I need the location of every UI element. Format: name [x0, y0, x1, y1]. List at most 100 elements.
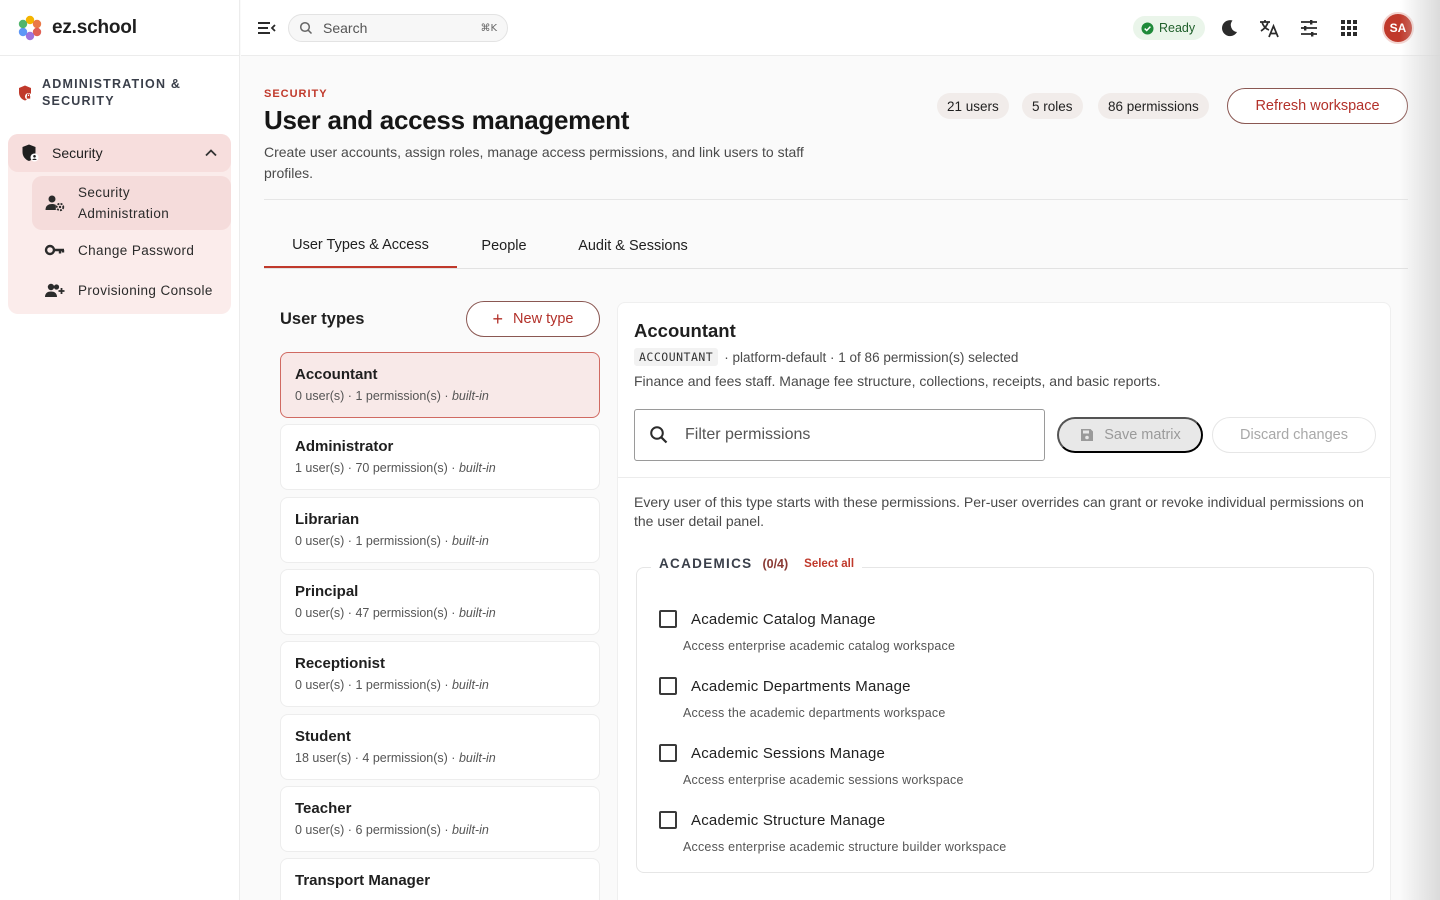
discard-changes-button[interactable]: Discard changes: [1212, 417, 1376, 453]
filter-permissions-field[interactable]: [634, 409, 1045, 461]
permission-description: Access enterprise academic catalog works…: [683, 639, 956, 653]
user-type-meta: 18 user(s) · 4 permission(s) · built-in: [295, 751, 496, 765]
search-icon: [299, 21, 313, 35]
chevron-up-icon: [205, 149, 217, 157]
check-circle-icon: [1141, 22, 1154, 34]
sidebar-item-label: Security Administration: [78, 185, 170, 221]
menu-collapse-icon[interactable]: [255, 17, 277, 39]
sidebar-group-security: Security Security Administration Change …: [8, 134, 231, 314]
select-all-link[interactable]: Select all: [804, 558, 854, 570]
permission-description: Access the academic departments workspac…: [683, 706, 946, 720]
permission-item: Academic Departments Manage Access the a…: [659, 677, 946, 720]
new-type-button[interactable]: + New type: [466, 301, 600, 337]
user-type-meta: 0 user(s) · 1 permission(s) · built-in: [295, 678, 489, 692]
sidebar-item-security-administration[interactable]: Security Administration: [32, 176, 231, 230]
save-icon: [1081, 429, 1094, 441]
brand[interactable]: ez.school: [0, 0, 239, 56]
user-type-name: Student: [295, 728, 351, 745]
user-type-card[interactable]: Accountant 0 user(s) · 1 permission(s) ·…: [280, 352, 600, 418]
new-type-label: New type: [513, 311, 574, 327]
plus-icon: +: [492, 309, 504, 329]
search-shortcut: ⌘K: [480, 22, 497, 34]
permission-name: Academic Departments Manage: [691, 677, 911, 695]
user-type-meta: 1 user(s) · 70 permission(s) · built-in: [295, 461, 496, 475]
permission-checkbox[interactable]: [659, 677, 677, 695]
save-matrix-label: Save matrix: [1104, 427, 1181, 443]
permission-group-academics: ACADEMICS (0/4) Select all Academic Cata…: [636, 556, 1374, 873]
status-text: Ready: [1159, 21, 1196, 35]
user-type-name: Transport Manager: [295, 872, 431, 889]
permission-checkbox[interactable]: [659, 811, 677, 829]
search-icon: [650, 426, 668, 444]
permission-checkbox-row[interactable]: Academic Sessions Manage: [659, 744, 964, 762]
brand-name: ez.school: [52, 16, 137, 38]
save-matrix-button[interactable]: Save matrix: [1057, 417, 1203, 453]
user-type-name: Accountant: [295, 366, 378, 383]
topbar: Search ⌘K Ready SA: [241, 0, 1440, 56]
user-type-card[interactable]: Receptionist 0 user(s) · 1 permission(s)…: [280, 641, 600, 707]
type-code: ACCOUNTANT: [634, 348, 719, 366]
sidebar-item-provisioning-console[interactable]: Provisioning Console: [8, 270, 231, 310]
header-divider: [264, 199, 1408, 200]
user-type-card[interactable]: Librarian 0 user(s) · 1 permission(s) · …: [280, 497, 600, 563]
translate-icon[interactable]: [1258, 17, 1280, 39]
search-placeholder: Search: [323, 20, 368, 36]
permission-name: Academic Structure Manage: [691, 811, 886, 829]
permission-checkbox[interactable]: [659, 610, 677, 628]
detail-meta: ACCOUNTANT · platform-default · 1 of 86 …: [634, 348, 1018, 366]
tab-user-types-access[interactable]: User Types & Access: [264, 224, 457, 268]
user-type-name: Teacher: [295, 800, 352, 817]
permission-name: Academic Catalog Manage: [691, 610, 876, 628]
logo-icon: [18, 15, 42, 40]
apps-grid-icon[interactable]: [1338, 17, 1360, 39]
permission-checkbox[interactable]: [659, 744, 677, 762]
users-count-chip: 21 users: [937, 93, 1009, 119]
moon-icon[interactable]: [1218, 17, 1240, 39]
sidebar-section-title: ADMINISTRATION & SECURITY: [42, 77, 182, 108]
user-type-detail-panel: Accountant ACCOUNTANT · platform-default…: [617, 302, 1391, 900]
shield-user-icon: [22, 144, 39, 162]
avatar[interactable]: SA: [1382, 12, 1414, 44]
permission-description: Access enterprise academic sessions work…: [683, 773, 964, 787]
permission-checkbox-row[interactable]: Academic Structure Manage: [659, 811, 1006, 829]
user-type-card[interactable]: Principal 0 user(s) · 47 permission(s) ·…: [280, 569, 600, 635]
user-type-name: Principal: [295, 583, 359, 600]
roles-count-chip: 5 roles: [1022, 93, 1083, 119]
tab-bar: User Types & Access People Audit & Sessi…: [264, 224, 1408, 269]
user-type-card[interactable]: Student 18 user(s) · 4 permission(s) · b…: [280, 714, 600, 780]
page-subtitle: Create user accounts, assign roles, mana…: [264, 144, 804, 181]
user-type-card[interactable]: Teacher 0 user(s) · 6 permission(s) · bu…: [280, 786, 600, 852]
sidebar-group-toggle[interactable]: Security: [8, 134, 231, 172]
detail-note: Every user of this type starts with thes…: [634, 494, 1364, 529]
user-type-name: Librarian: [295, 511, 360, 528]
sidebar-group-label: Security: [52, 145, 103, 161]
sidebar-item-label: Provisioning Console: [78, 282, 213, 298]
user-types-title: User types: [280, 310, 365, 328]
detail-meta-text: · platform-default · 1 of 86 permission(…: [724, 349, 1019, 365]
user-type-meta: 0 user(s) · 47 permission(s) · built-in: [295, 606, 496, 620]
user-type-card[interactable]: Administrator 1 user(s) · 70 permission(…: [280, 424, 600, 490]
detail-title: Accountant: [634, 320, 736, 341]
user-type-card[interactable]: Transport Manager: [280, 858, 600, 900]
user-gear-icon: [45, 195, 65, 212]
permission-checkbox-row[interactable]: Academic Catalog Manage: [659, 610, 955, 628]
sidebar: ez.school ADMINISTRATION & SECURITY Secu…: [0, 0, 240, 900]
tab-people[interactable]: People: [469, 224, 539, 268]
status-badge: Ready: [1133, 16, 1206, 40]
permission-group-count: (0/4): [762, 556, 789, 571]
tab-audit-sessions[interactable]: Audit & Sessions: [564, 224, 702, 268]
filter-permissions-input[interactable]: [685, 426, 1025, 444]
sidebar-item-change-password[interactable]: Change Password: [8, 230, 231, 270]
permission-checkbox-row[interactable]: Academic Departments Manage: [659, 677, 946, 695]
refresh-workspace-button[interactable]: Refresh workspace: [1227, 88, 1408, 124]
group-add-icon: [45, 283, 65, 297]
tune-icon[interactable]: [1298, 17, 1320, 39]
permission-group-title: ACADEMICS: [659, 556, 753, 571]
permission-name: Academic Sessions Manage: [691, 744, 886, 762]
permissions-count-chip: 86 permissions: [1098, 93, 1209, 119]
user-type-name: Receptionist: [295, 655, 386, 672]
search-bar[interactable]: Search ⌘K: [288, 14, 508, 42]
permission-item: Academic Sessions Manage Access enterpri…: [659, 744, 964, 787]
shield-lock-icon: [19, 85, 32, 101]
detail-description: Finance and fees staff. Manage fee struc…: [634, 373, 1161, 389]
